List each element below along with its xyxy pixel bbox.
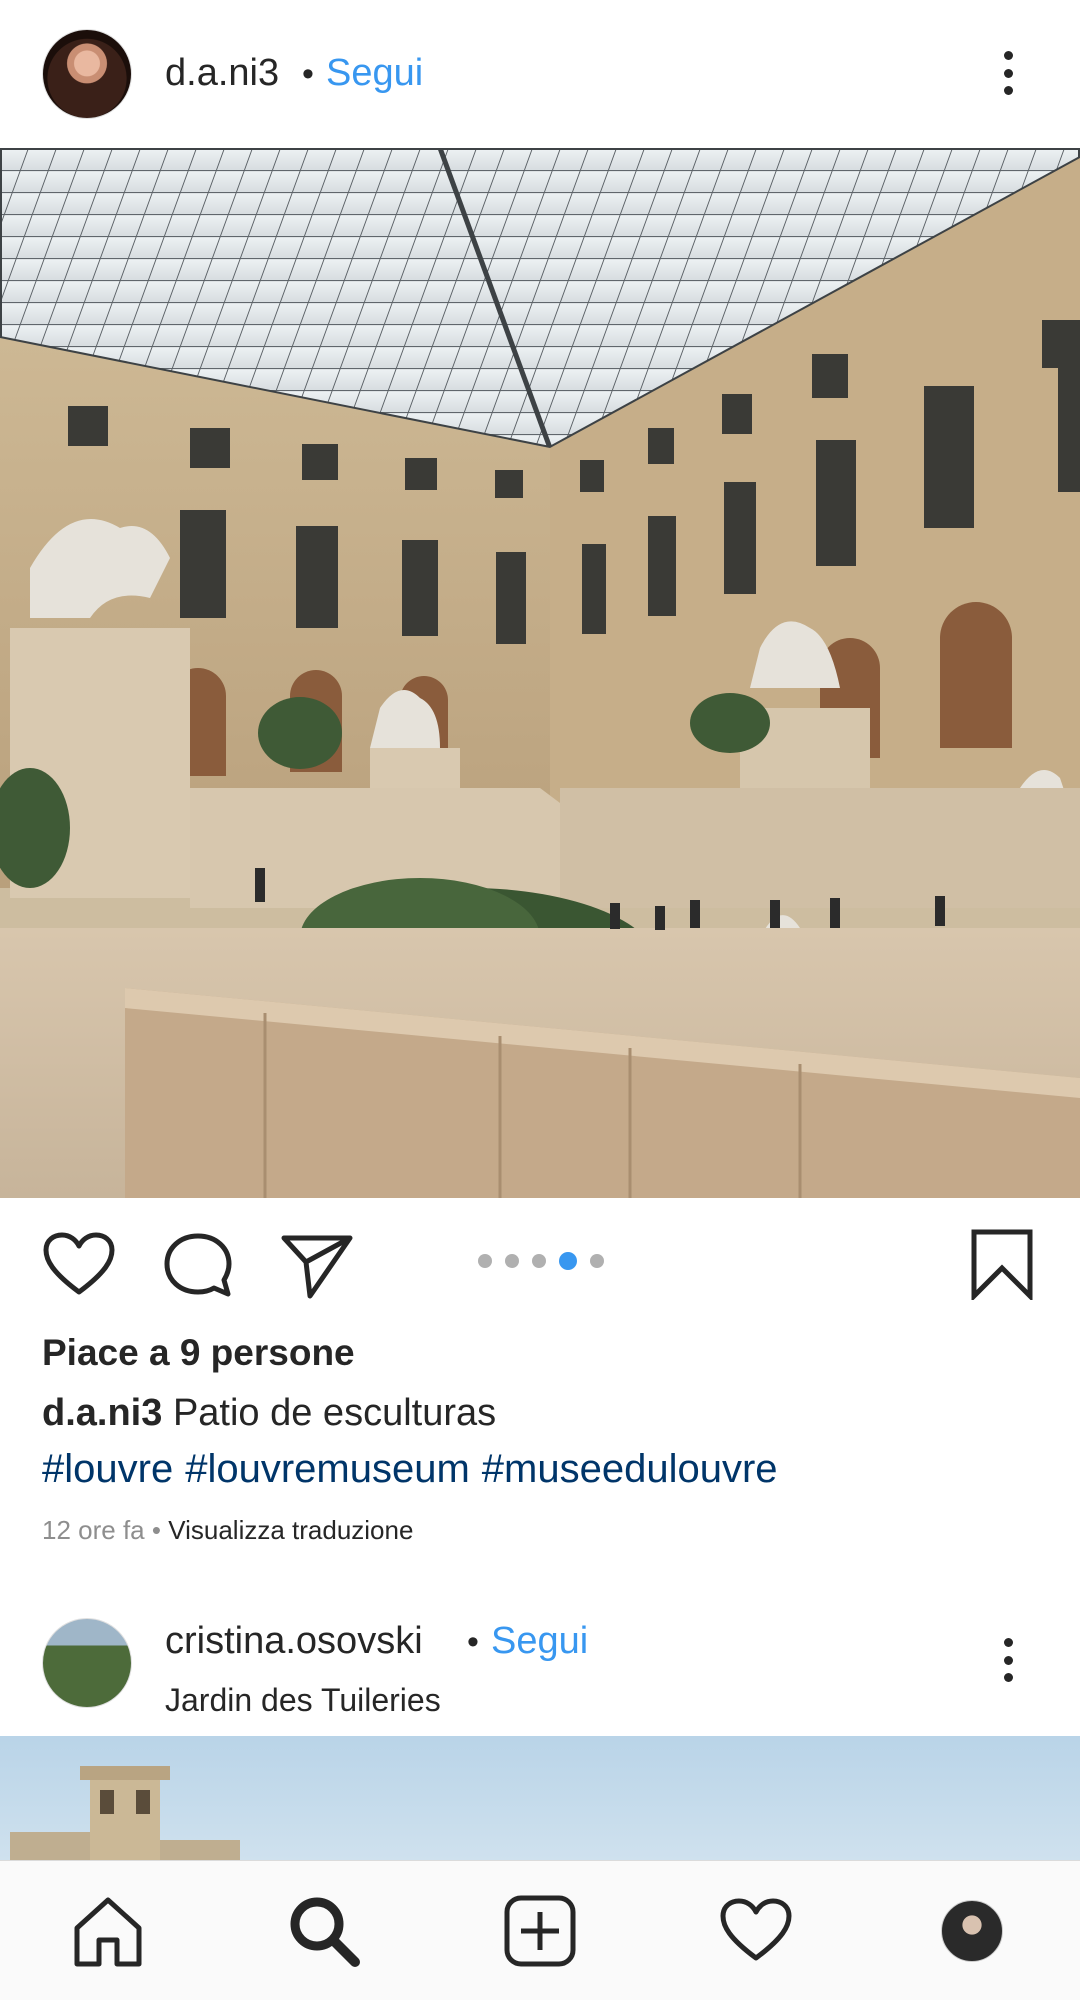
nav-activity[interactable] <box>716 1891 796 1971</box>
carousel-dot <box>478 1254 492 1268</box>
home-icon <box>74 1897 142 1967</box>
hashtag-link[interactable]: #louvremuseum <box>185 1447 470 1491</box>
carousel-dot <box>505 1254 519 1268</box>
hashtag-link[interactable]: #museedulouvre <box>482 1447 778 1491</box>
carousel-dot <box>590 1254 604 1268</box>
separator-dot: • <box>302 55 314 93</box>
paper-plane-icon[interactable] <box>280 1232 354 1300</box>
user-avatar[interactable] <box>42 29 132 119</box>
follow-button[interactable]: Segui <box>491 1620 588 1663</box>
more-vertical-icon[interactable] <box>993 43 1023 103</box>
post-caption: d.a.ni3 Patio de esculturas <box>42 1392 496 1435</box>
post-photo[interactable] <box>0 148 1080 1198</box>
post-username[interactable]: d.a.ni3 <box>165 52 279 95</box>
nav-profile[interactable] <box>932 1891 1012 1971</box>
nav-search[interactable] <box>284 1891 364 1971</box>
comment-icon[interactable] <box>162 1230 234 1302</box>
post-meta: 12 ore fa • Visualizza traduzione <box>42 1515 413 1546</box>
louvre-courtyard-image <box>0 148 1080 1198</box>
post-time: 12 ore fa <box>42 1515 145 1545</box>
carousel-dot-active <box>559 1252 577 1270</box>
heart-icon <box>720 1898 792 1961</box>
post-username[interactable]: cristina.osovski <box>165 1620 423 1663</box>
more-vertical-icon[interactable] <box>993 1630 1023 1690</box>
caption-text: Patio de esculturas <box>172 1392 497 1434</box>
translate-link[interactable]: Visualizza traduzione <box>168 1515 413 1545</box>
profile-avatar <box>941 1900 1003 1962</box>
add-post-icon <box>504 1895 576 1967</box>
nav-home[interactable] <box>68 1891 148 1971</box>
carousel-indicator <box>478 1252 604 1270</box>
post-location[interactable]: Jardin des Tuileries <box>165 1682 441 1719</box>
tuileries-image <box>10 1766 240 1860</box>
meta-separator: • <box>151 1515 161 1545</box>
post-header: d.a.ni3 • Segui <box>0 0 1080 148</box>
heart-icon[interactable] <box>42 1232 116 1298</box>
hashtag-list: #louvre #louvremuseum #museedulouvre <box>42 1447 790 1492</box>
post-photo[interactable] <box>0 1736 1080 1860</box>
likes-count[interactable]: Piace a 9 persone <box>42 1332 355 1374</box>
bottom-navigation <box>0 1860 1080 2000</box>
user-avatar[interactable] <box>42 1618 132 1708</box>
hashtag-link[interactable]: #louvre <box>42 1447 173 1491</box>
nav-add[interactable] <box>500 1891 580 1971</box>
bookmark-icon[interactable] <box>970 1228 1034 1300</box>
separator-dot: • <box>467 1623 479 1661</box>
follow-button[interactable]: Segui <box>326 52 423 95</box>
search-icon <box>290 1897 360 1967</box>
carousel-dot <box>532 1254 546 1268</box>
caption-username[interactable]: d.a.ni3 <box>42 1392 162 1434</box>
